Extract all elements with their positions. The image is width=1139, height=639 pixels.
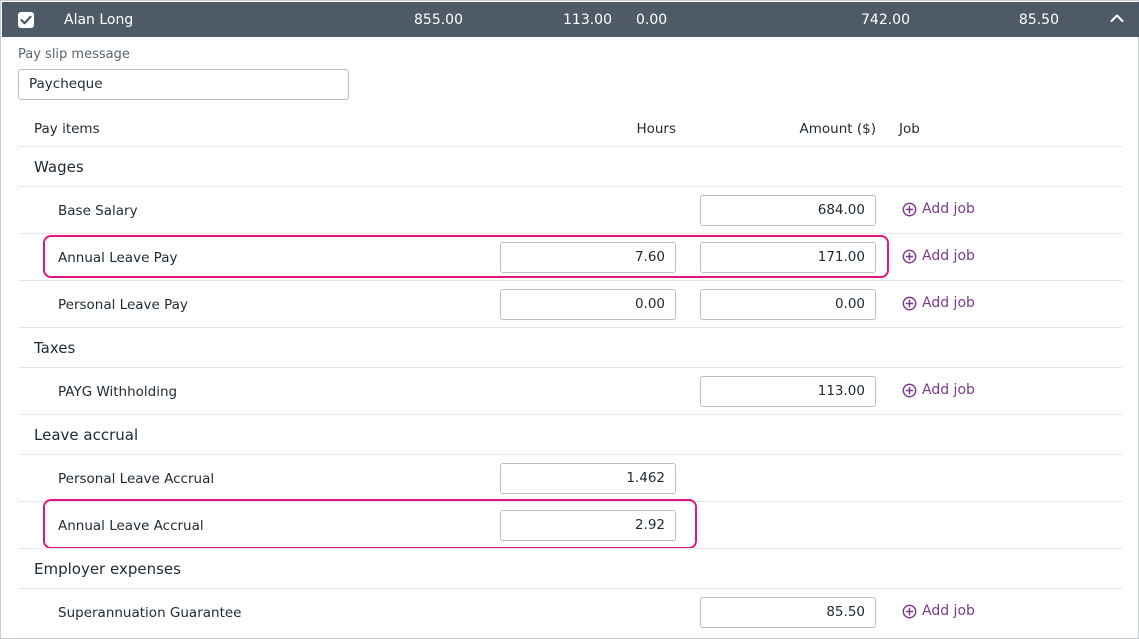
- payslip-message-label: Pay slip message: [18, 47, 130, 62]
- divider: [18, 327, 1122, 328]
- item-label-base-salary: Base Salary: [58, 203, 138, 219]
- hours-input-personal-leave-accrual[interactable]: 1.462: [500, 463, 676, 494]
- super-value: 85.50: [1018, 12, 1059, 28]
- divider: [18, 588, 1122, 589]
- plus-circle-icon: [902, 383, 917, 397]
- add-job-button-annual-leave-pay[interactable]: Add job: [902, 248, 975, 264]
- divider: [18, 186, 1122, 187]
- section-title-taxes: Taxes: [34, 339, 76, 357]
- divider: [18, 548, 1122, 549]
- item-label-personal-leave-accrual: Personal Leave Accrual: [58, 471, 215, 487]
- add-job-button-personal-leave-pay[interactable]: Add job: [902, 295, 975, 311]
- column-amount: Amount ($): [799, 121, 876, 137]
- divider: [18, 146, 1122, 147]
- add-job-label: Add job: [922, 201, 975, 217]
- column-job: Job: [899, 121, 920, 137]
- amount-input-superannuation-guarantee[interactable]: 85.50: [700, 597, 876, 628]
- chevron-up-icon[interactable]: [1110, 13, 1124, 23]
- deductions-value: 0.00: [636, 12, 668, 28]
- checkmark-icon: [20, 15, 32, 25]
- add-job-label: Add job: [922, 248, 975, 264]
- add-job-button-superannuation-guarantee[interactable]: Add job: [902, 603, 975, 619]
- add-job-label: Add job: [922, 382, 975, 398]
- pay-run-employee-panel: Alan Long 855.00 113.00 0.00 742.00 85.5…: [0, 0, 1139, 639]
- section-title-wages: Wages: [34, 158, 84, 176]
- item-label-superannuation-guarantee: Superannuation Guarantee: [58, 605, 242, 621]
- net-pay-value: 742.00: [861, 12, 910, 28]
- employee-select-checkbox[interactable]: [18, 12, 34, 28]
- add-job-label: Add job: [922, 603, 975, 619]
- hours-input-personal-leave-pay[interactable]: 0.00: [500, 289, 676, 320]
- divider: [18, 280, 1122, 281]
- plus-circle-icon: [902, 249, 917, 263]
- tax-value: 113.00: [563, 12, 612, 28]
- section-title-leave-accrual: Leave accrual: [34, 426, 139, 444]
- add-job-label: Add job: [922, 295, 975, 311]
- column-hours: Hours: [636, 121, 676, 137]
- plus-circle-icon: [902, 202, 917, 216]
- divider: [18, 233, 1122, 234]
- add-job-button-base-salary[interactable]: Add job: [902, 201, 975, 217]
- employee-header-row[interactable]: Alan Long 855.00 113.00 0.00 742.00 85.5…: [2, 2, 1139, 37]
- column-pay-items: Pay items: [34, 121, 100, 137]
- plus-circle-icon: [902, 296, 917, 310]
- highlight-annual-leave-accrual: [43, 499, 697, 549]
- divider: [18, 454, 1122, 455]
- section-title-employer-expenses: Employer expenses: [34, 560, 181, 578]
- amount-input-base-salary[interactable]: 684.00: [700, 195, 876, 226]
- plus-circle-icon: [902, 604, 917, 618]
- item-label-personal-leave-pay: Personal Leave Pay: [58, 297, 188, 313]
- divider: [18, 414, 1122, 415]
- payslip-message-input[interactable]: Paycheque: [18, 69, 349, 100]
- add-job-button-payg-withholding[interactable]: Add job: [902, 382, 975, 398]
- item-label-payg-withholding: PAYG Withholding: [58, 384, 178, 400]
- gross-pay-value: 855.00: [414, 12, 463, 28]
- amount-input-payg-withholding[interactable]: 113.00: [700, 376, 876, 407]
- employee-name: Alan Long: [64, 12, 134, 28]
- amount-input-personal-leave-pay[interactable]: 0.00: [700, 289, 876, 320]
- divider: [18, 367, 1122, 368]
- highlight-annual-leave-pay: [43, 235, 889, 278]
